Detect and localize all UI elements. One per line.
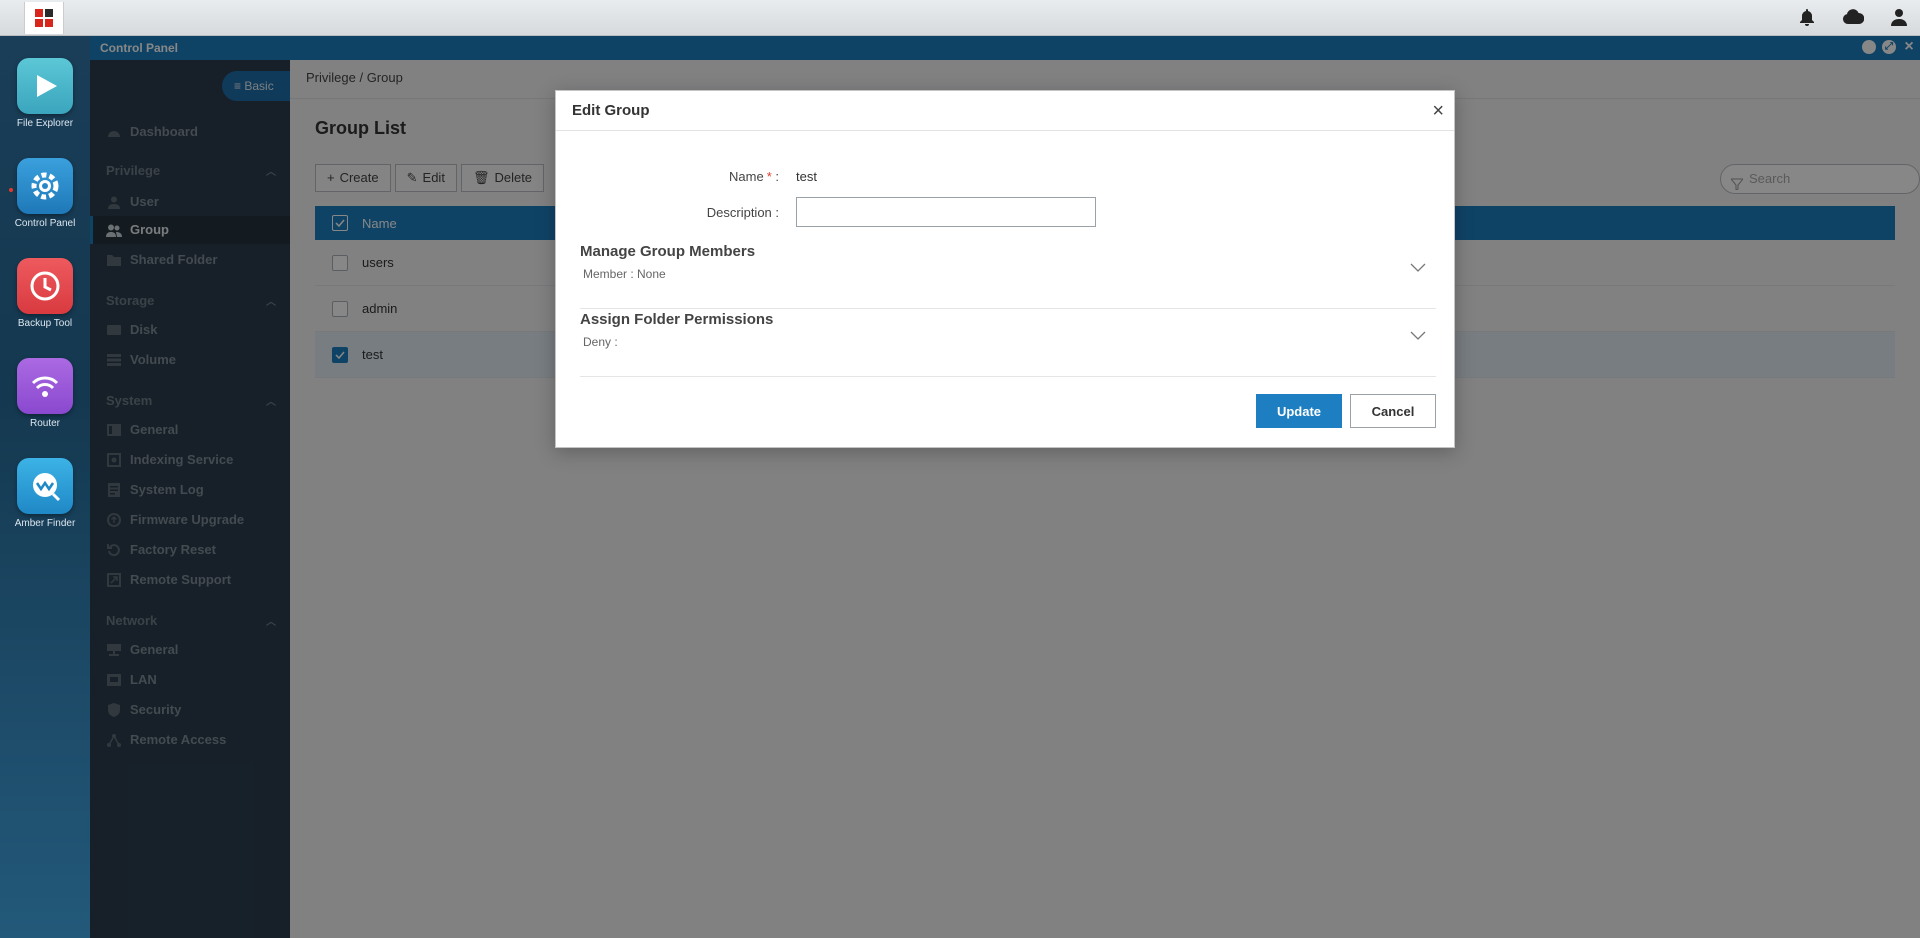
dock-label: File Explorer [16,118,74,129]
dock-label: Control Panel [14,218,76,229]
dock-label: Backup Tool [17,318,73,329]
clock-icon [17,258,73,314]
section-title: Manage Group Members [580,243,756,260]
play-triangle-icon [17,58,73,114]
apps-grid-icon [35,9,53,27]
cloud-icon[interactable] [1842,6,1864,28]
description-input[interactable] [796,197,1096,227]
edit-group-dialog: Edit Group × Name * : test Description : … [555,90,1455,448]
description-label: Description : [706,205,779,220]
chevron-down-icon[interactable] [1410,259,1426,277]
required-asterisk: * [766,169,772,184]
cancel-button[interactable]: Cancel [1350,394,1436,428]
dock-label: Amber Finder [14,518,76,529]
update-button[interactable]: Update [1256,394,1342,428]
taskbar [0,0,1920,36]
name-label: Name * : [729,169,779,184]
dock-amber-finder[interactable]: Amber Finder [0,458,90,529]
dock-file-explorer[interactable]: File Explorer [0,58,90,129]
amber-finder-icon [17,458,73,514]
dock-router[interactable]: Router [0,358,90,429]
section-title: Assign Folder Permissions [580,311,774,328]
section-subtitle: Deny : [583,335,618,349]
name-value: test [796,169,817,184]
dock-label: Router [29,418,60,429]
label-colon: : [775,169,779,184]
dock-backup-tool[interactable]: Backup Tool [0,258,90,329]
apps-menu-button[interactable] [24,2,64,34]
dialog-header: Edit Group × [556,91,1454,131]
section-subtitle: Member : None [583,267,666,281]
assign-folder-permissions-section[interactable]: Assign Folder Permissions Deny : [580,311,1436,377]
desktop-dock: File Explorer Control Panel Backup Tool … [0,36,90,938]
dock-control-panel[interactable]: Control Panel [0,158,90,229]
bell-icon[interactable] [1796,6,1818,28]
manage-group-members-section[interactable]: Manage Group Members Member : None [580,243,1436,309]
gear-icon [17,158,73,214]
user-account-icon[interactable] [1888,6,1910,28]
chevron-down-icon[interactable] [1410,327,1426,345]
close-icon[interactable]: × [1432,91,1444,131]
wifi-icon [17,358,73,414]
label-text: Name [729,169,764,184]
dialog-title: Edit Group [572,102,650,119]
